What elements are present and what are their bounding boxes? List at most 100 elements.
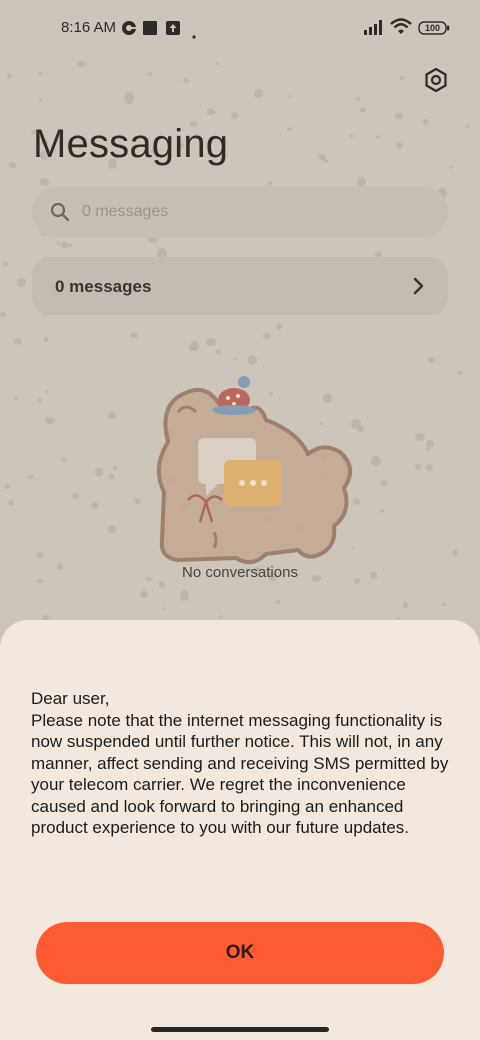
background-speck (61, 457, 67, 462)
background-speck (230, 112, 239, 120)
background-speck (0, 312, 6, 318)
background-speck (379, 509, 384, 514)
background-speck (355, 97, 360, 101)
background-speck (267, 180, 273, 186)
background-speck (43, 337, 49, 342)
background-speck (94, 467, 104, 477)
background-speck (179, 589, 189, 601)
background-speck (400, 76, 404, 81)
background-speck (414, 432, 425, 442)
home-indicator[interactable] (151, 1027, 329, 1032)
background-speck (13, 338, 22, 346)
empty-state-text: No conversations (182, 564, 298, 581)
background-speck (129, 333, 134, 337)
background-speck (426, 439, 434, 447)
background-speck (219, 614, 223, 618)
background-speck (276, 322, 283, 330)
status-bar: 8:16 AM 100 (0, 0, 480, 56)
background-speck (72, 492, 80, 499)
background-speck (287, 126, 292, 132)
ok-button[interactable]: OK (36, 922, 444, 984)
search-placeholder: 0 messages (82, 203, 169, 220)
notification-dot-icon (192, 26, 196, 44)
background-speck (163, 607, 167, 611)
square-notification-icon (142, 20, 158, 41)
background-speck (189, 340, 199, 352)
background-speck (61, 242, 70, 248)
background-speck (216, 349, 222, 356)
background-speck (44, 390, 49, 393)
background-speck (247, 355, 257, 365)
background-speck (36, 397, 43, 403)
background-speck (427, 357, 436, 364)
page-title: Messaging (33, 122, 229, 166)
background-speck (425, 463, 433, 472)
background-speck (395, 112, 403, 120)
background-speck (263, 332, 272, 339)
battery-icon: 100 (418, 21, 450, 40)
background-speck (38, 98, 43, 103)
background-speck (147, 72, 153, 77)
signal-icon (364, 20, 386, 40)
background-speck (359, 106, 366, 114)
background-speck (40, 177, 50, 186)
background-speck (205, 337, 216, 346)
search-icon (50, 202, 70, 227)
background-speck (425, 446, 431, 452)
background-speck (112, 464, 118, 471)
background-speck (158, 580, 165, 588)
background-speck (38, 71, 43, 75)
background-speck (7, 500, 14, 507)
background-speck (140, 591, 148, 598)
dialog-greeting: Dear user, (31, 689, 110, 708)
settings-button[interactable] (422, 66, 450, 94)
wifi-icon (390, 18, 412, 40)
background-speck (183, 77, 190, 83)
empty-state-illustration (148, 372, 356, 572)
background-speck (133, 497, 141, 504)
status-time: 8:16 AM (61, 19, 117, 36)
background-speck (3, 483, 11, 490)
background-speck (323, 159, 329, 164)
settings-hex-icon (425, 67, 447, 93)
background-speck (289, 95, 293, 98)
background-speck (69, 244, 73, 248)
background-speck (109, 474, 114, 479)
background-speck (3, 261, 9, 268)
background-speck (108, 411, 117, 420)
background-speck (375, 135, 380, 139)
dialog-body: Please note that the internet messaging … (31, 710, 449, 838)
background-speck (457, 370, 464, 376)
background-speck (124, 92, 135, 105)
notice-dialog: Dear user, Please note that the internet… (0, 620, 480, 1040)
background-speck (465, 124, 470, 128)
background-speck (253, 89, 263, 99)
battery-level: 100 (424, 23, 441, 33)
background-speck (6, 73, 12, 80)
messages-card[interactable]: 0 messages (32, 257, 448, 315)
background-speck (423, 118, 430, 125)
background-speck (449, 165, 454, 170)
background-speck (45, 416, 55, 424)
dialog-message: Dear user, Please note that the internet… (31, 688, 461, 839)
background-speck (13, 396, 19, 400)
background-speck (91, 501, 99, 510)
messages-card-label: 0 messages (55, 277, 152, 296)
background-speck (276, 600, 281, 605)
background-speck (8, 162, 17, 168)
search-input[interactable]: 0 messages (32, 186, 448, 238)
vpn-key-icon (121, 20, 137, 41)
chevron-right-icon (410, 276, 428, 301)
background-speck (108, 525, 116, 534)
background-speck (349, 133, 355, 138)
background-speck (16, 277, 27, 288)
upload-notification-icon (165, 20, 181, 41)
background-speck (36, 552, 44, 558)
background-speck (380, 480, 388, 486)
background-speck (403, 602, 409, 608)
background-speck (371, 456, 381, 466)
background-speck (396, 141, 404, 150)
background-speck (215, 62, 219, 65)
background-speck (441, 603, 446, 607)
background-speck (414, 464, 422, 471)
